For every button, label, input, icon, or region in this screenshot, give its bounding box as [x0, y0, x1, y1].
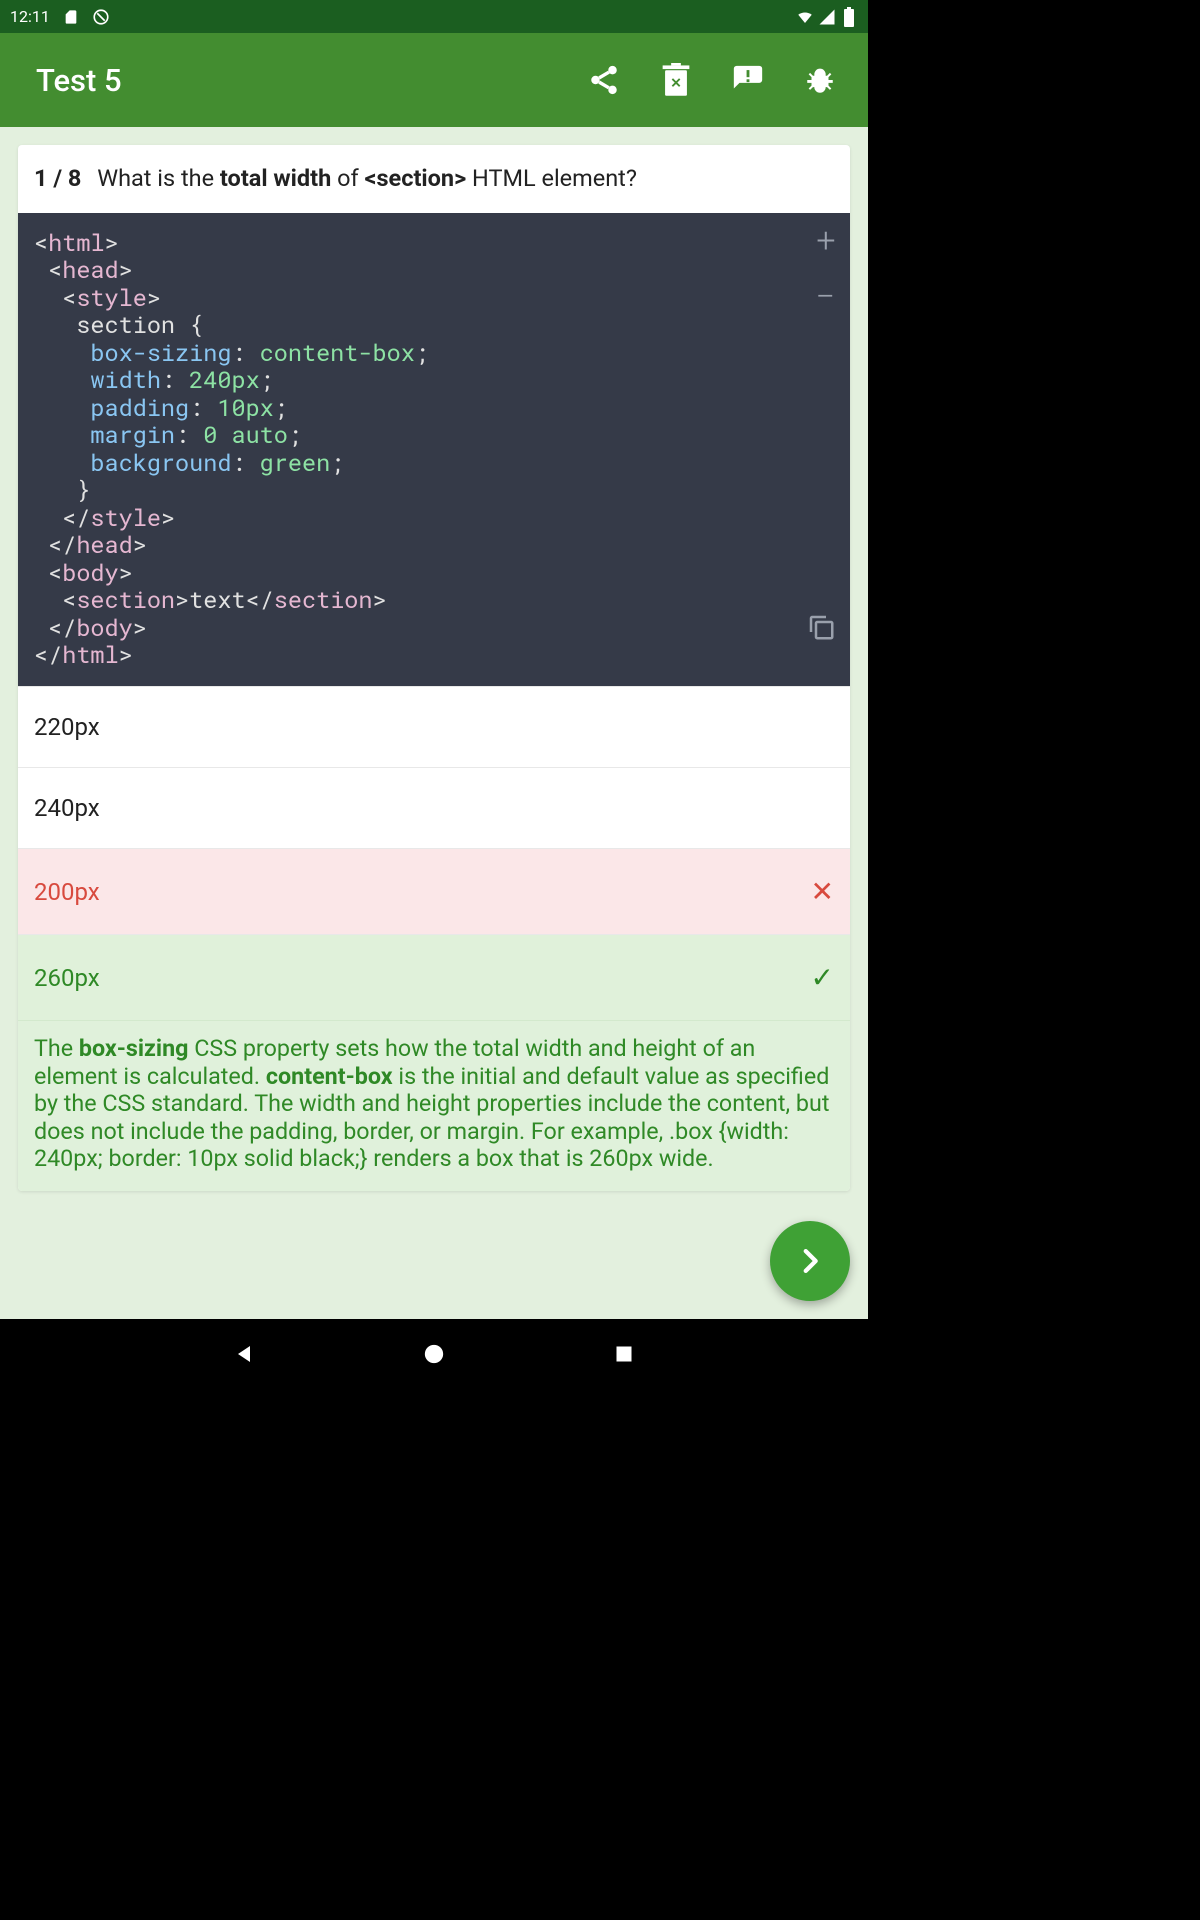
question-counter: 1 / 8	[34, 164, 81, 192]
page-title: Test 5	[36, 62, 122, 99]
cross-icon: ✕	[811, 875, 834, 908]
status-right	[796, 8, 858, 26]
svg-text:✕: ✕	[670, 76, 681, 91]
app-bar: Test 5 ✕	[0, 33, 868, 127]
status-time: 12:11	[10, 7, 50, 26]
zoom-in-button[interactable]: +	[816, 223, 836, 257]
no-sync-icon	[92, 8, 110, 26]
code-block: <html> <head> <style> section { box-sizi…	[18, 213, 850, 687]
answer-label: 240px	[34, 794, 100, 822]
back-button[interactable]	[229, 1339, 259, 1369]
sd-card-icon	[62, 8, 80, 26]
home-button[interactable]	[419, 1339, 449, 1369]
copy-code-button[interactable]	[693, 584, 836, 674]
answer-list: 220px 240px 200px ✕ 260px ✓	[18, 686, 850, 1020]
answer-option-3[interactable]: 200px ✕	[18, 848, 850, 934]
next-button[interactable]	[770, 1221, 850, 1301]
signal-icon	[818, 8, 836, 26]
feedback-button[interactable]	[730, 62, 766, 98]
answer-option-1[interactable]: 220px	[18, 686, 850, 767]
status-bar: 12:11	[0, 0, 868, 33]
bug-report-button[interactable]	[802, 62, 838, 98]
question-card: 1 / 8 What is the total width of <sectio…	[18, 145, 850, 1191]
answer-option-2[interactable]: 240px	[18, 767, 850, 848]
delete-button[interactable]: ✕	[658, 62, 694, 98]
answer-label: 220px	[34, 713, 100, 741]
zoom-out-button[interactable]: −	[816, 279, 836, 313]
battery-icon	[840, 8, 858, 26]
explanation-text: The box-sizing CSS property sets how the…	[18, 1020, 850, 1190]
answer-option-4[interactable]: 260px ✓	[18, 934, 850, 1020]
answer-label: 260px	[34, 964, 100, 992]
wifi-icon	[796, 8, 814, 26]
recents-button[interactable]	[609, 1339, 639, 1369]
question-text: 1 / 8 What is the total width of <sectio…	[18, 145, 850, 213]
content-area: 1 / 8 What is the total width of <sectio…	[0, 127, 868, 1319]
share-button[interactable]	[586, 62, 622, 98]
answer-label: 200px	[34, 878, 100, 906]
system-nav-bar	[0, 1319, 868, 1389]
check-icon: ✓	[811, 961, 834, 994]
